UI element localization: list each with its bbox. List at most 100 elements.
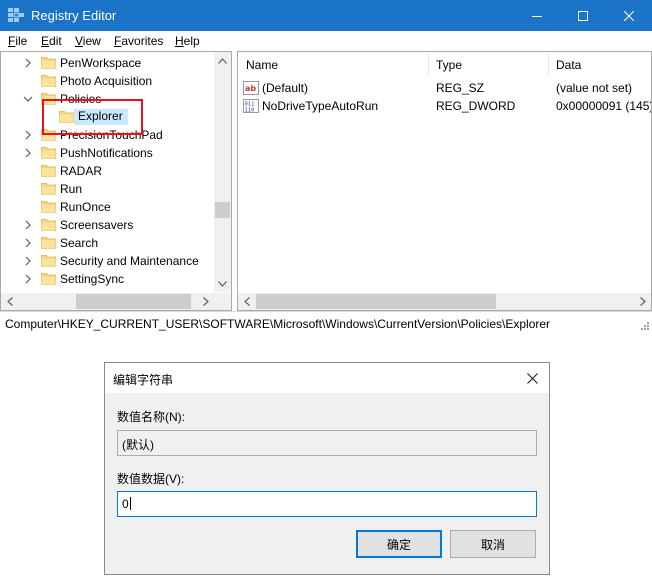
folder-icon bbox=[41, 219, 56, 231]
menu-view[interactable]: View bbox=[75, 34, 101, 48]
value-data: 0x00000091 (145) bbox=[556, 99, 652, 113]
dialog-title-bar[interactable]: 编辑字符串 bbox=[105, 363, 549, 393]
resize-grip-icon[interactable] bbox=[639, 320, 649, 330]
chevron-right-icon[interactable] bbox=[23, 237, 33, 249]
menu-help-label: elp bbox=[183, 34, 200, 48]
menu-edit[interactable]: Edit bbox=[41, 34, 62, 48]
scroll-right-button[interactable] bbox=[634, 293, 651, 310]
chevron-down-icon bbox=[218, 280, 227, 287]
string-value-icon: ab bbox=[243, 81, 259, 95]
values-hscroll-thumb[interactable] bbox=[256, 294, 496, 309]
maximize-button[interactable] bbox=[560, 0, 606, 31]
value-row-default[interactable]: ab (Default) REG_SZ (value not set) bbox=[238, 79, 651, 97]
tree-item-penworkspace[interactable]: PenWorkspace bbox=[1, 54, 213, 72]
chevron-right-icon[interactable] bbox=[23, 57, 33, 69]
column-divider[interactable] bbox=[428, 52, 429, 76]
folder-icon bbox=[41, 57, 56, 69]
tree-horizontal-scrollbar[interactable] bbox=[1, 293, 214, 310]
folder-icon bbox=[41, 147, 56, 159]
chevron-right-icon[interactable] bbox=[23, 129, 33, 141]
menu-edit-label: dit bbox=[49, 34, 62, 48]
column-header-name[interactable]: Name bbox=[246, 52, 278, 76]
svg-text:ab: ab bbox=[245, 84, 256, 93]
column-header-data[interactable]: Data bbox=[556, 52, 581, 76]
close-button[interactable] bbox=[606, 0, 652, 31]
menu-favorites[interactable]: Favorites bbox=[114, 34, 163, 48]
scrollbar-corner bbox=[214, 293, 231, 310]
menu-view-accel: V bbox=[75, 34, 83, 48]
tree-item-pushnotifications[interactable]: PushNotifications bbox=[1, 144, 213, 162]
chevron-left-icon bbox=[6, 297, 13, 306]
tree-hscroll-thumb[interactable] bbox=[76, 294, 191, 309]
folder-icon bbox=[41, 75, 56, 87]
title-bar[interactable]: Registry Editor bbox=[0, 0, 652, 31]
minimize-button[interactable] bbox=[514, 0, 560, 31]
tree-item-settingsync[interactable]: SettingSync bbox=[1, 270, 213, 288]
tree-item-screensavers[interactable]: Screensavers bbox=[1, 216, 213, 234]
ok-button[interactable]: 确定 bbox=[356, 530, 442, 558]
value-name-text: (默认) bbox=[122, 438, 154, 452]
chevron-right-icon[interactable] bbox=[23, 147, 33, 159]
scroll-right-button[interactable] bbox=[197, 293, 214, 310]
value-data-label: 数值数据(V): bbox=[117, 472, 185, 486]
menu-help-accel: H bbox=[175, 34, 184, 48]
minimize-icon bbox=[532, 15, 542, 17]
tree-item-radar[interactable]: RADAR bbox=[1, 162, 213, 180]
value-data: (value not set) bbox=[556, 81, 633, 95]
scroll-down-button[interactable] bbox=[214, 275, 231, 292]
column-header-type[interactable]: Type bbox=[436, 52, 462, 76]
explorer-highlight-box bbox=[42, 99, 143, 135]
tree-item-label: Security and Maintenance bbox=[60, 254, 199, 268]
tree-item-runonce[interactable]: RunOnce bbox=[1, 198, 213, 216]
chevron-right-icon[interactable] bbox=[23, 255, 33, 267]
tree-item-run[interactable]: Run bbox=[1, 180, 213, 198]
folder-icon bbox=[41, 165, 56, 177]
tree-vertical-scrollbar[interactable] bbox=[214, 52, 231, 292]
cancel-button[interactable]: 取消 bbox=[450, 530, 536, 558]
text-caret bbox=[129, 497, 131, 510]
tree-item-label: RunOnce bbox=[60, 200, 111, 214]
menu-favorites-label: avorites bbox=[121, 34, 164, 48]
value-data-input[interactable]: 0 bbox=[117, 491, 537, 517]
tree-vscroll-thumb[interactable] bbox=[215, 202, 230, 218]
folder-icon bbox=[41, 237, 56, 249]
menu-bar: File Edit View Favorites Help bbox=[0, 31, 652, 51]
scroll-up-button[interactable] bbox=[214, 52, 231, 69]
scroll-left-button[interactable] bbox=[238, 293, 255, 310]
scroll-left-button[interactable] bbox=[1, 293, 18, 310]
tree-item-label: PushNotifications bbox=[60, 146, 153, 160]
column-divider[interactable] bbox=[548, 52, 549, 76]
values-horizontal-scrollbar[interactable] bbox=[238, 293, 651, 310]
menu-edit-accel: E bbox=[41, 34, 50, 48]
svg-text:110: 110 bbox=[245, 108, 255, 114]
chevron-right-icon[interactable] bbox=[23, 219, 33, 231]
registry-editor-window: Registry Editor File Edit View Favorites… bbox=[0, 0, 652, 333]
chevron-up-icon bbox=[218, 57, 227, 64]
tree-item-security-and-maintenance[interactable]: Security and Maintenance bbox=[1, 252, 213, 270]
edit-string-dialog: 编辑字符串 数值名称(N): (默认) 数值数据(V): 0 确定 取消 bbox=[104, 362, 550, 575]
menu-view-label: iew bbox=[82, 34, 101, 48]
tree-item-label: RADAR bbox=[60, 164, 103, 178]
close-icon bbox=[624, 10, 634, 21]
menu-help[interactable]: Help bbox=[175, 34, 200, 48]
tree-item-photo-acquisition[interactable]: Photo Acquisition bbox=[1, 72, 213, 90]
chevron-down-icon[interactable] bbox=[23, 93, 33, 105]
values-list[interactable]: Name Type Data ab (Default) REG_SZ (valu… bbox=[237, 51, 652, 311]
value-type: REG_SZ bbox=[436, 81, 485, 95]
folder-icon bbox=[41, 273, 56, 285]
close-icon bbox=[526, 372, 538, 384]
tree-item-label: Screensavers bbox=[60, 218, 134, 232]
chevron-right-icon[interactable] bbox=[23, 273, 33, 285]
tree-item-label: Run bbox=[60, 182, 83, 196]
tree-item-label: SettingSync bbox=[60, 272, 125, 286]
value-data-text: 0 bbox=[122, 497, 129, 511]
value-name: (Default) bbox=[262, 81, 309, 95]
tree-item-label: PenWorkspace bbox=[60, 56, 142, 70]
tree-item-search[interactable]: Search bbox=[1, 234, 213, 252]
tree-item-label: Search bbox=[60, 236, 99, 250]
value-row-nodrivetypeautorun[interactable]: 011 110 NoDriveTypeAutoRun REG_DWORD 0x0… bbox=[238, 97, 652, 115]
dialog-close-button[interactable] bbox=[523, 369, 541, 387]
key-tree[interactable]: PenWorkspace Photo Acquisition Policies Exp… bbox=[0, 51, 232, 311]
menu-file[interactable]: File bbox=[8, 34, 27, 48]
window-title: Registry Editor bbox=[31, 8, 117, 23]
